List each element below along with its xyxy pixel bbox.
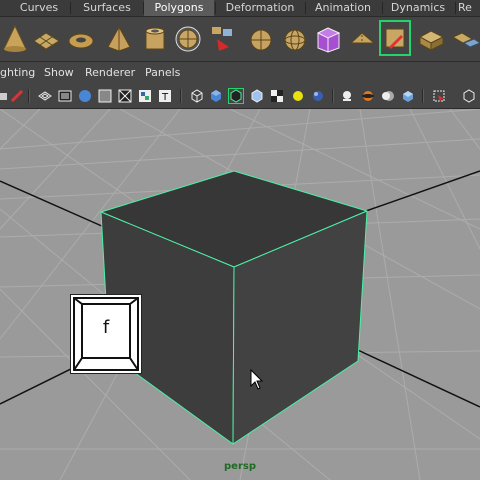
xray-joints-icon[interactable] [462,89,476,103]
menu-show[interactable]: Show [44,62,74,84]
panel-toolbar: T [0,84,480,109]
tab-divider [455,2,456,14]
xray-icon[interactable] [250,89,264,103]
panel-menubar: ghting Show Renderer Panels [0,62,480,84]
combine-icon[interactable] [207,21,237,55]
smooth-icon[interactable] [280,21,310,55]
wireframe-on-shaded-icon[interactable] [228,88,244,104]
use-all-lights-icon[interactable] [291,89,305,103]
tab-dynamics[interactable]: Dynamics [384,0,452,16]
mirror-icon[interactable] [347,21,377,55]
gate-mask-icon[interactable] [98,89,112,103]
toolbar-divider [28,89,30,103]
tab-divider [70,2,71,14]
tab-rendering[interactable]: Re [458,0,480,16]
extrude-edge-icon[interactable] [450,21,480,55]
bookmark-icon[interactable] [10,89,24,103]
split-polygon-icon[interactable] [379,20,411,56]
toolbar-divider [180,89,182,103]
boolean-icon[interactable] [313,21,343,55]
screen-space-ao-icon[interactable] [361,89,375,103]
field-chart-icon[interactable] [118,89,132,103]
smooth-shade-icon[interactable] [209,89,223,103]
separate-icon[interactable] [246,21,276,55]
tab-polygons[interactable]: Polygons [144,0,214,16]
textured-icon[interactable] [270,89,284,103]
keystroke-overlay: f [70,294,142,374]
film-gate-icon[interactable] [58,89,72,103]
safe-action-icon[interactable] [138,89,152,103]
tab-surfaces[interactable]: Surfaces [72,0,142,16]
perspective-viewport[interactable]: persp f [0,109,480,480]
toolbar-divider [422,89,424,103]
svg-text:T: T [161,92,169,103]
mouse-cursor-icon [250,368,264,395]
poly-torus-icon[interactable] [66,21,96,55]
shelf-tab-bar: Curves Surfaces Polygons Deformation Ani… [0,0,480,17]
shadows-icon[interactable] [311,89,325,103]
camera-attributes-icon[interactable] [0,89,10,103]
safe-title-icon[interactable]: T [158,89,172,103]
tab-animation[interactable]: Animation [307,0,379,16]
menu-panels[interactable]: Panels [145,62,180,84]
poly-pyramid-icon[interactable] [104,21,134,55]
tab-curves[interactable]: Curves [10,0,68,16]
high-quality-icon[interactable] [340,89,354,103]
poly-soccerball-icon[interactable] [173,21,203,55]
wireframe-icon[interactable] [190,89,204,103]
extrude-face-icon[interactable] [416,21,446,55]
motion-blur-icon[interactable] [381,89,395,103]
tab-divider [382,2,383,14]
key-letter: f [102,317,110,338]
tab-deformation[interactable]: Deformation [218,0,302,16]
tab-divider [305,2,306,14]
menu-renderer[interactable]: Renderer [85,62,135,84]
resolution-gate-icon[interactable] [78,89,92,103]
shelf [0,17,480,62]
poly-plane-icon[interactable] [31,21,61,55]
toolbar-divider [332,89,334,103]
menu-lighting[interactable]: ghting [0,62,35,84]
isolate-select-icon[interactable] [432,89,446,103]
grid-toggle-icon[interactable] [38,89,52,103]
tab-divider [215,2,216,14]
camera-name-label: persp [224,461,256,472]
anti-aliasing-icon[interactable] [401,89,415,103]
poly-cone-icon[interactable] [0,21,30,55]
poly-pipe-icon[interactable] [140,21,170,55]
